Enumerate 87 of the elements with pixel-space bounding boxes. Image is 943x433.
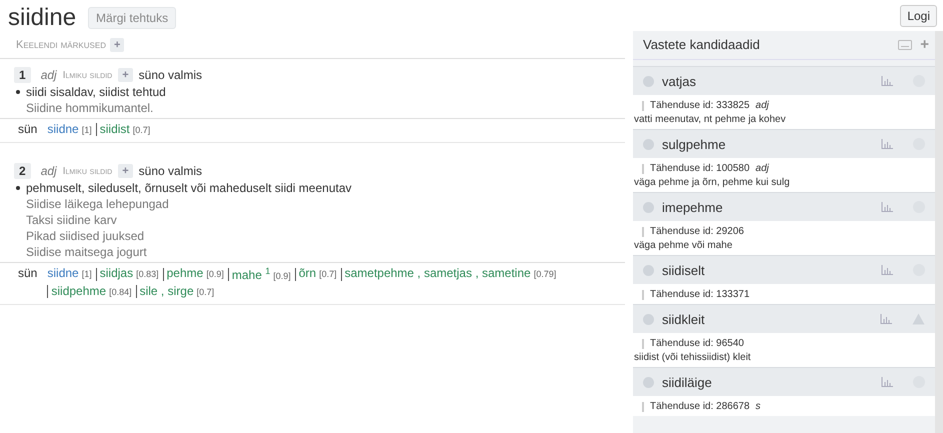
page-title: siidine [8, 4, 76, 32]
drag-handle-icon[interactable] [642, 164, 644, 174]
candidate-header[interactable]: imepehme [633, 193, 935, 221]
meaning-id: Tähenduse id: 286678 [650, 401, 750, 412]
candidate-definition: siidist (või tehissiidist) kleit [633, 351, 752, 365]
register-label: süno valmis [138, 68, 202, 82]
meaning-id: Tähenduse id: 100580 [650, 163, 750, 174]
part-of-speech: adj [40, 164, 57, 178]
synonym-weight: [1] [82, 269, 92, 279]
candidate-header[interactable]: sulgpehme [633, 130, 935, 158]
synonym-link[interactable]: pehme [166, 266, 204, 280]
synonym-label: sün [18, 266, 38, 282]
candidate-header[interactable]: vatjas [633, 67, 935, 95]
meaning-id: Tähenduse id: 29206 [650, 226, 744, 237]
drag-handle-icon[interactable] [642, 290, 644, 300]
synonym-link[interactable]: õrn [298, 266, 316, 280]
candidate-word: vatjas [662, 74, 697, 88]
warning-icon [912, 313, 925, 325]
candidate-word: siidiläige [662, 374, 713, 390]
candidate-definition: väga pehme või mahe [633, 239, 734, 253]
candidate-header[interactable]: siidiläige [633, 368, 935, 396]
definition-text: siidi sisaldav, siidist tehtud [26, 85, 166, 99]
bar-chart-icon[interactable] [881, 265, 893, 275]
synonym-weight: [1] [82, 125, 92, 135]
synonym-weight: [0.83] [136, 269, 159, 279]
candidate-word: siidiselt [662, 262, 706, 278]
register-label: süno valmis [138, 164, 202, 178]
add-tag-button[interactable]: + [118, 68, 133, 82]
candidate-header[interactable]: siidiselt [633, 256, 935, 284]
bar-chart-icon[interactable] [881, 377, 893, 387]
drag-handle-icon[interactable] [642, 100, 644, 110]
example-text: Pikad siidised juuksed [25, 229, 146, 243]
sense-number: 1 [14, 67, 31, 83]
synonym-weight: [0.84] [109, 287, 132, 297]
logout-button[interactable]: Logi [900, 5, 937, 27]
meaning-id: Tähenduse id: 333825 [650, 100, 750, 111]
bar-chart-icon[interactable] [881, 202, 893, 212]
example-text: Siidise maitsega jogurt [25, 245, 148, 259]
panel-title: Vastete kandidaadid [643, 37, 761, 52]
synonym-weight: [0.9] [273, 271, 291, 281]
candidate-word: sulgpehme [662, 136, 727, 152]
synonym-weight: [0.7] [196, 287, 214, 297]
synonym-weight: [0.7] [319, 269, 337, 279]
definition-text: pehmuselt, sileduselt, õrnuselt või maheduselt siidi meenutav [26, 181, 352, 195]
keyboard-icon[interactable] [898, 40, 912, 50]
candidate-definition: väga pehme ja õrn, pehme kui sulg [633, 176, 791, 190]
drag-handle-icon[interactable] [642, 338, 644, 348]
synonym-link[interactable]: siidpehme [51, 284, 106, 298]
part-of-speech: s [756, 401, 761, 412]
synonym-weight: [0.9] [206, 269, 224, 279]
drag-handle-icon[interactable] [642, 226, 644, 236]
bar-chart-icon[interactable] [881, 76, 893, 86]
synonym-link[interactable]: siidne [47, 266, 79, 280]
synonym-link[interactable]: sametpehme , sametjas , sametine [344, 266, 531, 280]
tags-label: Ilmiku sildid [62, 166, 112, 176]
synonym-link[interactable]: mahe $^{1}$ [232, 266, 270, 282]
tags-label: Ilmiku sildid [62, 70, 112, 80]
example-text: Taksi siidine karv [25, 213, 118, 227]
bar-chart-icon[interactable] [880, 314, 892, 324]
synonym-weight: [0.79] [534, 269, 556, 279]
bullet-icon [16, 186, 20, 190]
example-text: Siidise läikega lehepungad [25, 197, 170, 211]
part-of-speech: adj [756, 163, 769, 174]
bullet-icon [16, 90, 20, 94]
example-text: Siidine hommikumantel. [25, 101, 154, 115]
synonym-weight: [0.7] [132, 125, 150, 135]
candidate-word: siidkleit [662, 312, 706, 326]
synonym-link[interactable]: sile , sirge [140, 284, 194, 298]
sense-number: 2 [14, 163, 31, 179]
synonym-link[interactable]: siidne [47, 122, 79, 136]
mark-done-button[interactable]: Märgi tehtuks [88, 7, 176, 29]
add-tag-button[interactable]: + [118, 164, 133, 178]
drag-handle-icon[interactable] [642, 402, 644, 412]
synonym-link[interactable]: siidist [100, 122, 130, 136]
part-of-speech: adj [40, 68, 57, 82]
synonym-label: sün [18, 122, 38, 136]
meaning-id: Tähenduse id: 96540 [650, 338, 744, 349]
candidate-definition: vatti meenutav, nt pehme ja kohev [633, 113, 787, 127]
candidate-header[interactable]: siidkleit [633, 305, 935, 333]
notes-label: Keelendi märkused [16, 39, 106, 51]
candidate-word: imepehme [662, 200, 724, 214]
part-of-speech: adj [756, 100, 769, 111]
add-button[interactable]: + [920, 36, 929, 53]
add-note-button[interactable]: + [110, 38, 124, 52]
synonym-link[interactable]: siidjas [100, 266, 134, 280]
meaning-id: Tähenduse id: 133371 [650, 289, 750, 300]
bar-chart-icon[interactable] [881, 139, 893, 149]
